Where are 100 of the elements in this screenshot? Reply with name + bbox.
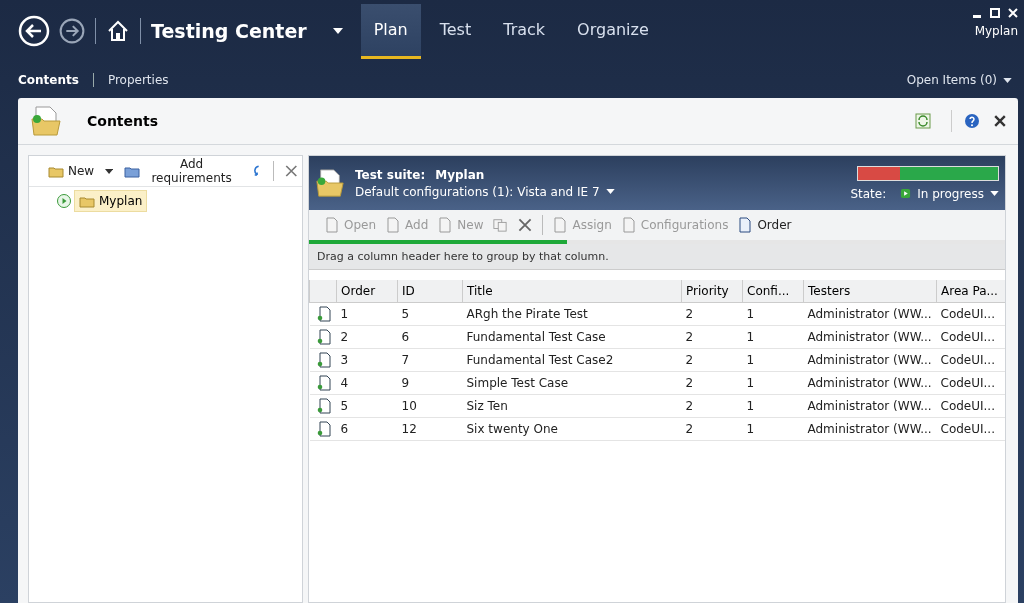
table-row[interactable]: 5 10 Siz Ten 2 1 Administrator (WW... CodeUI... [309,394,1005,418]
group-hint: Drag a column header here to group by that column. [317,250,609,263]
test-case-icon [315,351,332,368]
document-icon [437,217,454,233]
maximize-icon[interactable] [990,8,1000,18]
table-cell: 1 [336,302,398,326]
table-cell: ARgh the Pirate Test [462,302,682,326]
table-cell: 2 [681,417,743,441]
subnav-link[interactable]: Properties [107,73,169,87]
table-cell: 9 [397,371,463,395]
table-cell: 5 [336,394,398,418]
test-case-icon [315,374,332,391]
table-cell: 1 [742,371,804,395]
new-button[interactable]: New [45,161,98,181]
table-cell: Fundamental Test Case2 [462,348,682,372]
caret-icon [605,189,615,194]
caret-icon [1003,77,1012,83]
table-cell: 2 [681,325,743,349]
delete-icon[interactable] [518,218,533,232]
add-requirements-button[interactable]: Add requirements [121,155,242,187]
configurations-dropdown[interactable]: Default configurations (1): Vista and IE 7 [355,184,615,199]
table-cell: 6 [336,417,398,441]
test-case-icon [315,397,332,414]
forward-icon[interactable] [59,18,85,44]
home-icon[interactable] [106,19,130,43]
subnav-link[interactable]: Contents [18,73,79,87]
table-cell: Administrator (WW... [803,302,937,326]
nav-tab[interactable]: Test [426,3,485,59]
column-header[interactable]: Title [462,280,682,303]
play-icon [900,188,912,199]
table-cell: Administrator (WW... [803,371,937,395]
tree-label: Myplan [99,194,143,208]
suite-name: Myplan [435,167,485,182]
table-cell: 2 [681,348,743,372]
table-row[interactable]: 4 9 Simple Test Case 2 1 Administrator (WW... CodeUI... [309,371,1005,395]
table-cell: CodeUI... [936,417,1005,441]
test-case-icon [315,420,332,437]
toolbar-button[interactable]: Order [734,215,795,235]
table-cell: 2 [681,394,743,418]
play-circle-icon [56,193,72,209]
column-header[interactable]: Priority [681,280,743,303]
document-icon [737,217,754,233]
table-cell: Simple Test Case [462,371,682,395]
nav-tab[interactable]: Organize [564,3,662,59]
table-cell: Siz Ten [462,394,682,418]
table-cell: CodeUI... [936,394,1005,418]
open-items-button[interactable]: Open Items (0) [900,72,1018,88]
column-header[interactable]: Testers [803,280,937,303]
help-icon[interactable] [964,113,980,129]
state-label: State: [850,186,887,201]
nav-tab[interactable]: Track [490,3,559,59]
table-cell: 1 [742,417,804,441]
table-cell: 2 [681,302,743,326]
table-cell: 1 [742,325,804,349]
table-row[interactable]: 6 12 Six twenty One 2 1 Administrator (WW... CodeUI... [309,417,1005,441]
column-header[interactable]: ID [397,280,463,303]
user-name[interactable]: Myplan [974,24,1018,38]
table-cell: 6 [397,325,463,349]
table-cell: 2 [681,371,743,395]
table-cell: CodeUI... [936,348,1005,372]
nav-tab[interactable]: Plan [360,3,421,59]
column-header[interactable]: Confi... [742,280,804,303]
table-cell: Administrator (WW... [803,394,937,418]
app-title: Testing Center [151,20,307,42]
table-cell: 1 [742,302,804,326]
panel-title: Contents [87,113,160,129]
table-cell: 2 [336,325,398,349]
table-row[interactable]: 1 5 ARgh the Pirate Test 2 1 Administrator (WW... CodeUI... [309,302,1005,326]
table-cell: 1 [742,394,804,418]
folder-document-icon [30,105,62,137]
state-dropdown[interactable]: In progress [900,186,999,201]
dropdown-caret-icon[interactable] [332,28,343,34]
refresh-icon[interactable] [915,113,931,129]
test-case-icon [315,305,332,322]
table-cell: CodeUI... [936,302,1005,326]
column-header[interactable]: Area Pa... [936,280,1005,303]
tree-item[interactable]: Myplan [74,190,148,212]
table-cell: 3 [336,348,398,372]
suite-label: Test suite: [355,167,426,182]
delete-icon[interactable] [285,164,298,178]
table-cell: 10 [397,394,463,418]
table-cell: Fundamental Test Case [462,325,682,349]
table-cell: Administrator (WW... [803,325,937,349]
document-icon [552,217,569,233]
test-case-icon [315,328,332,345]
document-icon [324,217,340,233]
table-cell: Administrator (WW... [803,348,937,372]
column-header[interactable]: Order [336,280,398,303]
caret-icon[interactable] [105,168,114,174]
caret-icon [990,191,999,196]
table-row[interactable]: 2 6 Fundamental Test Case 2 1 Administrator (WW... CodeUI... [309,325,1005,349]
table-cell: 1 [742,348,804,372]
table-cell: CodeUI... [936,325,1005,349]
back-icon[interactable] [18,15,50,47]
table-cell: CodeUI... [936,371,1005,395]
table-cell: 7 [397,348,463,372]
close-icon[interactable] [994,115,1006,127]
document-icon [385,217,402,233]
folder-document-icon [315,168,345,198]
table-row[interactable]: 3 7 Fundamental Test Case2 2 1 Administrator (WW... CodeUI... [309,348,1005,372]
